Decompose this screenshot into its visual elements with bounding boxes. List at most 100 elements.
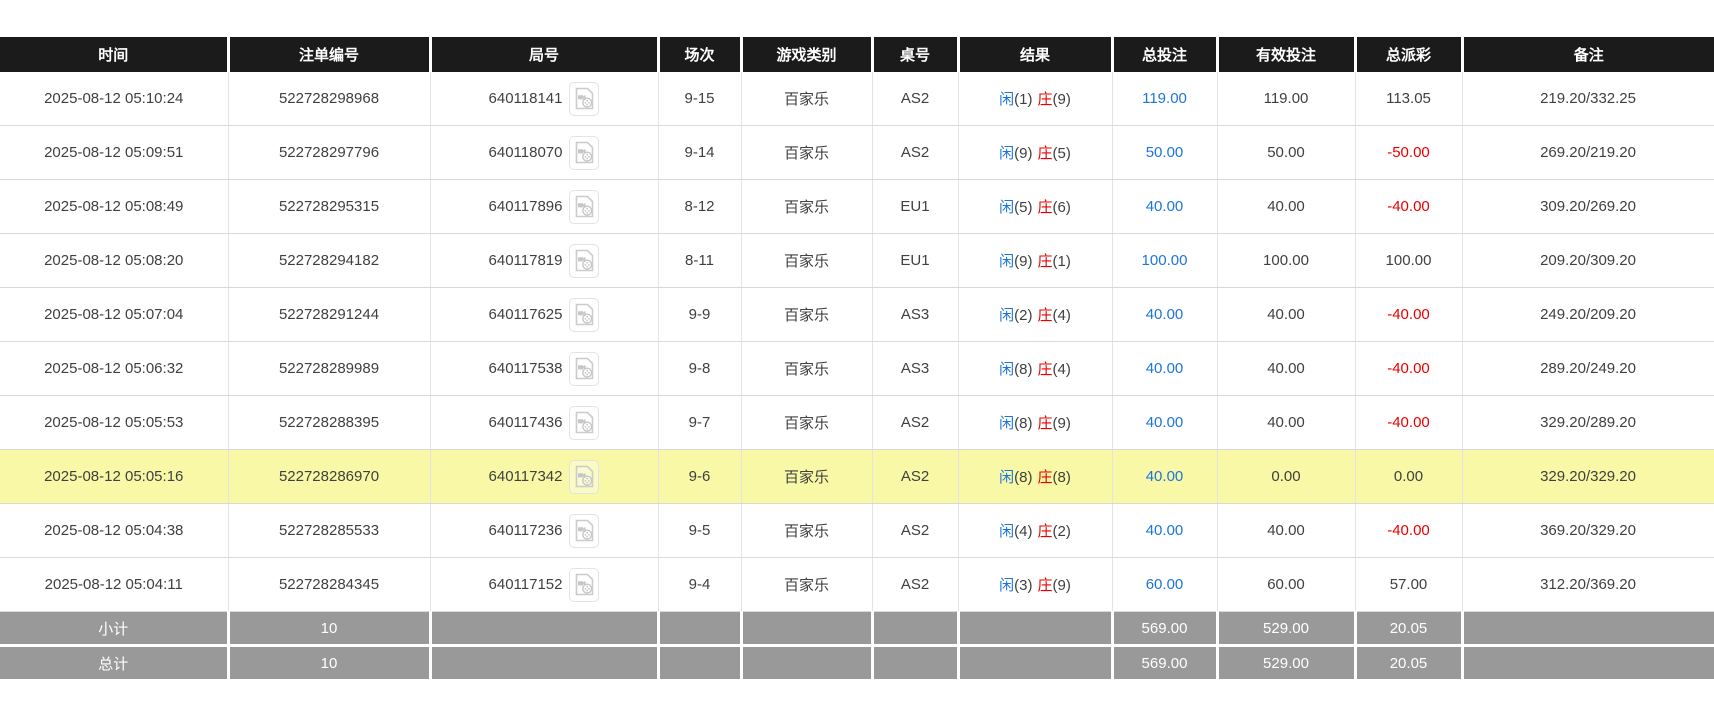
video-replay-button[interactable] <box>569 298 599 332</box>
table-row: 2025-08-12 05:08:49 522728295315 6401178… <box>0 180 1714 234</box>
total-bet-link[interactable]: 40.00 <box>1146 468 1184 485</box>
result-banker-label: 庄 <box>1038 523 1053 540</box>
cell-round-no: 640117896 <box>430 180 658 234</box>
subtotal-label: 小计 <box>0 612 228 646</box>
video-replay-button[interactable] <box>569 190 599 224</box>
cell-valid-bet: 40.00 <box>1217 288 1355 342</box>
cell-remark: 249.20/209.20 <box>1462 288 1714 342</box>
cell-session: 9-6 <box>658 450 741 504</box>
video-replay-button[interactable] <box>569 136 599 170</box>
cell-session: 9-9 <box>658 288 741 342</box>
cell-result: 闲(1)庄(9) <box>958 72 1112 126</box>
cell-time: 2025-08-12 05:05:53 <box>0 396 228 450</box>
cell-round-no: 640117538 <box>430 342 658 396</box>
cell-round-no: 640117436 <box>430 396 658 450</box>
col-header-session: 场次 <box>658 37 741 72</box>
grand-total-row: 总计 10 569.00 529.00 20.05 <box>0 646 1714 681</box>
cell-round-no: 640117819 <box>430 234 658 288</box>
result-banker-score: (6) <box>1053 199 1071 216</box>
cell-total-bet: 40.00 <box>1112 342 1217 396</box>
total-bet-link[interactable]: 40.00 <box>1146 198 1184 215</box>
cell-session: 9-8 <box>658 342 741 396</box>
video-replay-button[interactable] <box>569 514 599 548</box>
result-player-label: 闲 <box>999 361 1014 378</box>
cell-total-payout: -40.00 <box>1355 396 1462 450</box>
result-player-score: (3) <box>1014 577 1032 594</box>
cell-total-payout: -40.00 <box>1355 180 1462 234</box>
result-banker-score: (4) <box>1053 361 1071 378</box>
cell-valid-bet: 0.00 <box>1217 450 1355 504</box>
result-player-label: 闲 <box>999 577 1014 594</box>
cell-total-bet: 40.00 <box>1112 288 1217 342</box>
result-player-score: (5) <box>1014 199 1032 216</box>
result-player-score: (9) <box>1014 145 1032 162</box>
cell-bet-no: 522728285533 <box>228 504 430 558</box>
video-replay-icon <box>575 195 594 218</box>
subtotal-total-bet: 569.00 <box>1112 612 1217 646</box>
total-bet-link[interactable]: 119.00 <box>1142 90 1187 107</box>
result-banker-label: 庄 <box>1038 577 1053 594</box>
video-replay-icon <box>575 465 594 488</box>
cell-time: 2025-08-12 05:07:04 <box>0 288 228 342</box>
cell-bet-no: 522728286970 <box>228 450 430 504</box>
result-banker-score: (9) <box>1053 91 1071 108</box>
round-number: 640117342 <box>489 468 563 485</box>
cell-game-type: 百家乐 <box>741 72 872 126</box>
result-banker-label: 庄 <box>1038 253 1053 270</box>
result-banker-score: (9) <box>1053 577 1071 594</box>
total-bet-link[interactable]: 40.00 <box>1146 414 1184 431</box>
cell-total-payout: -40.00 <box>1355 288 1462 342</box>
table-row: 2025-08-12 05:04:38 522728285533 6401172… <box>0 504 1714 558</box>
cell-total-bet: 100.00 <box>1112 234 1217 288</box>
round-number: 640117896 <box>489 198 563 215</box>
total-bet-link[interactable]: 50.00 <box>1146 144 1184 161</box>
grand-total-valid-bet: 529.00 <box>1217 646 1355 681</box>
cell-result: 闲(8)庄(4) <box>958 342 1112 396</box>
cell-total-payout: -50.00 <box>1355 126 1462 180</box>
cell-total-bet: 60.00 <box>1112 558 1217 612</box>
total-bet-link[interactable]: 100.00 <box>1142 252 1188 269</box>
grand-total-label: 总计 <box>0 646 228 681</box>
col-header-table-no: 桌号 <box>872 37 958 72</box>
result-player-label: 闲 <box>999 253 1014 270</box>
table-row: 2025-08-12 05:10:24 522728298968 6401181… <box>0 72 1714 126</box>
cell-session: 9-15 <box>658 72 741 126</box>
cell-remark: 289.20/249.20 <box>1462 342 1714 396</box>
cell-table-no: AS3 <box>872 342 958 396</box>
result-banker-score: (5) <box>1053 145 1071 162</box>
video-replay-icon <box>575 573 594 596</box>
cell-remark: 219.20/332.25 <box>1462 72 1714 126</box>
cell-session: 9-5 <box>658 504 741 558</box>
result-banker-label: 庄 <box>1038 415 1053 432</box>
total-bet-link[interactable]: 40.00 <box>1146 522 1184 539</box>
result-banker-label: 庄 <box>1038 91 1053 108</box>
video-replay-button[interactable] <box>569 406 599 440</box>
result-banker-score: (8) <box>1053 469 1071 486</box>
col-header-round-no: 局号 <box>430 37 658 72</box>
video-replay-button[interactable] <box>569 460 599 494</box>
video-replay-button[interactable] <box>569 568 599 602</box>
total-bet-link[interactable]: 60.00 <box>1146 576 1184 593</box>
grand-total-total-bet: 569.00 <box>1112 646 1217 681</box>
result-player-score: (4) <box>1014 523 1032 540</box>
cell-time: 2025-08-12 05:06:32 <box>0 342 228 396</box>
video-replay-button[interactable] <box>569 82 599 116</box>
total-bet-link[interactable]: 40.00 <box>1146 306 1184 323</box>
cell-valid-bet: 40.00 <box>1217 504 1355 558</box>
cell-round-no: 640118070 <box>430 126 658 180</box>
round-number: 640117625 <box>489 306 563 323</box>
result-banker-label: 庄 <box>1038 145 1053 162</box>
cell-total-bet: 40.00 <box>1112 450 1217 504</box>
cell-remark: 312.20/369.20 <box>1462 558 1714 612</box>
cell-remark: 209.20/309.20 <box>1462 234 1714 288</box>
subtotal-valid-bet: 529.00 <box>1217 612 1355 646</box>
cell-table-no: AS2 <box>872 450 958 504</box>
total-bet-link[interactable]: 40.00 <box>1146 360 1184 377</box>
video-replay-button[interactable] <box>569 352 599 386</box>
subtotal-payout: 20.05 <box>1355 612 1462 646</box>
video-replay-button[interactable] <box>569 244 599 278</box>
col-header-total-payout: 总派彩 <box>1355 37 1462 72</box>
cell-session: 8-12 <box>658 180 741 234</box>
round-number: 640117152 <box>489 576 563 593</box>
table-row: 2025-08-12 05:07:04 522728291244 6401176… <box>0 288 1714 342</box>
